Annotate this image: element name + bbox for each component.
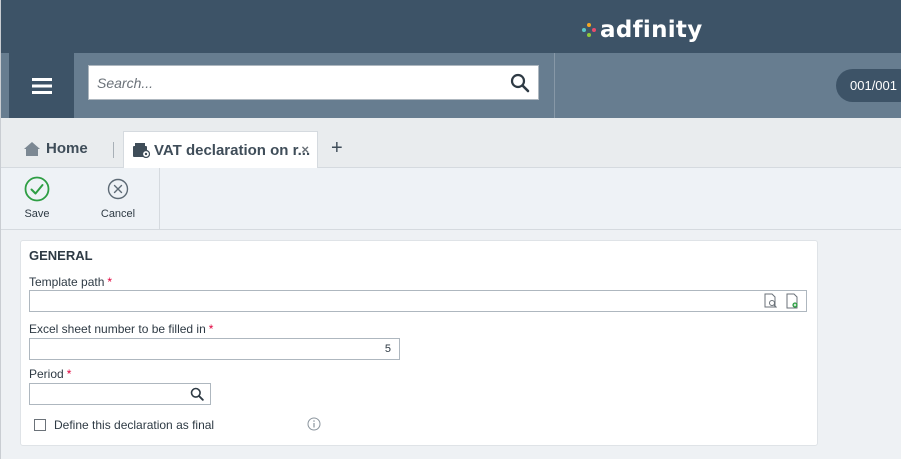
period-search-icon[interactable] [190,387,204,401]
company-code: 001/001 [850,78,897,93]
menu-icon [31,77,52,94]
app-window: adfinity 001/001 Hom [0,0,901,459]
tab-home[interactable]: Home [24,140,88,157]
period-label: Period * [29,367,71,381]
menu-button[interactable] [9,53,74,118]
sheet-number-value: 5 [384,343,391,355]
required-marker: * [107,275,113,289]
file-open-icon[interactable] [784,293,800,309]
toolbar-divider [159,168,160,230]
content-area: GENERAL Template path * Excel sheet numb… [1,230,901,459]
general-section: GENERAL Template path * Excel sheet numb… [20,240,818,446]
final-declaration-checkbox[interactable] [34,419,46,431]
divider [554,53,555,118]
template-path-label-text: Template path [29,275,105,289]
template-path-field[interactable] [29,290,807,312]
check-circle-icon [24,176,50,202]
cancel-button[interactable]: Cancel [96,176,140,220]
final-declaration-row: Define this declaration as final [34,418,214,432]
template-path-label: Template path * [29,275,112,289]
close-icon[interactable]: × [301,142,309,157]
cancel-circle-icon [107,178,129,200]
tab-home-label: Home [46,140,88,157]
final-declaration-label: Define this declaration as final [54,418,215,432]
required-marker: * [66,367,72,381]
file-preview-icon[interactable] [763,293,779,309]
action-toolbar: Save Cancel [1,168,901,230]
info-icon[interactable] [307,417,321,431]
save-label: Save [24,208,50,220]
company-selector[interactable]: 001/001 [836,69,901,102]
add-tab-icon[interactable]: + [331,137,343,160]
tab-vat-label: VAT declaration on r... [154,141,311,159]
tab-separator [113,142,114,158]
search-box [88,65,539,100]
brand-name: adfinity [600,17,703,43]
period-field[interactable] [29,383,211,405]
document-settings-icon [133,143,150,158]
brand-dots-icon [582,23,596,37]
brand-logo: adfinity [582,17,703,43]
tab-bar: Home VAT declaration on r... × + [1,118,901,168]
required-marker: * [208,322,214,336]
search-icon[interactable] [510,73,530,93]
section-title: GENERAL [29,248,93,263]
sheet-number-field[interactable]: 5 [29,338,400,360]
home-icon [24,141,40,156]
search-input[interactable] [97,73,497,93]
sheet-number-label-text: Excel sheet number to be filled in [29,322,206,336]
tab-vat-declaration[interactable]: VAT declaration on r... × [123,131,318,168]
save-button[interactable]: Save [15,176,59,220]
sheet-number-label: Excel sheet number to be filled in * [29,322,213,336]
brand-bar: adfinity [1,0,901,53]
cancel-label: Cancel [100,208,136,220]
search-row: 001/001 [1,53,901,118]
period-label-text: Period [29,367,64,381]
